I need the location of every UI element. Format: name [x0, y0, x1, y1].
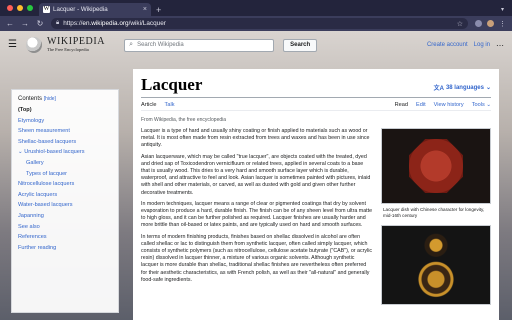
lacquer-dish-image[interactable]: [381, 128, 491, 204]
tab-talk[interactable]: Talk: [165, 102, 175, 108]
close-window-button[interactable]: [7, 5, 13, 11]
article-text: Lacquer is a type of hard and usually sh…: [141, 128, 373, 305]
extensions: ⋮: [475, 20, 506, 28]
tab-read[interactable]: Read: [395, 102, 408, 108]
address-row: ← → ↻ 🔒︎ https://en.wikipedia.org/wiki/L…: [0, 16, 512, 31]
gourd-vase: [418, 229, 454, 303]
tab-title: Lacquer - Wikipedia: [53, 6, 108, 13]
toc-item[interactable]: See also: [18, 222, 112, 233]
address-bar[interactable]: 🔒︎ https://en.wikipedia.org/wiki/Lacquer…: [51, 18, 468, 29]
page-title: Lacquer: [141, 75, 203, 94]
main-menu-icon[interactable]: ☰: [8, 40, 17, 50]
page-tabs: Article Talk Read Edit View history Tool…: [141, 102, 491, 111]
toc-item[interactable]: Types of lacquer: [18, 169, 112, 180]
lacquer-vase-image[interactable]: [381, 225, 491, 305]
tab-edit[interactable]: Edit: [416, 102, 426, 108]
toc-heading: Contents [hide]: [18, 96, 56, 102]
tab-list-chevron-icon[interactable]: ▾: [501, 4, 504, 16]
wordmark-title: WIKIPEDIA: [46, 36, 106, 47]
toc-item[interactable]: Water-based lacquers: [18, 200, 112, 211]
toc-item[interactable]: (Top): [18, 105, 112, 116]
toc-item[interactable]: Further reading: [18, 243, 112, 254]
toc-item[interactable]: Etymology: [18, 116, 112, 127]
red-lacquer-dish: [409, 139, 463, 193]
browser-tab[interactable]: W Lacquer - Wikipedia ×: [39, 3, 151, 16]
toc-item[interactable]: Nitrocellulose lacquers: [18, 179, 112, 190]
site-header: ☰ WIKIPEDIA The Free Encyclopedia ⌕ Sear…: [0, 31, 512, 59]
toc-item[interactable]: ⌄ Urushiol-based lacquers: [18, 147, 112, 158]
chevron-down-icon: ⌄: [486, 102, 491, 108]
toc-hide-link[interactable]: [hide]: [44, 96, 56, 102]
toc-item[interactable]: Sheen measurement: [18, 126, 112, 137]
toc-item[interactable]: References: [18, 232, 112, 243]
search-placeholder: Search Wikipedia: [137, 42, 184, 48]
tab-article[interactable]: Article: [141, 102, 157, 108]
wikipedia-globe-logo[interactable]: [25, 37, 42, 53]
minimize-window-button[interactable]: [17, 5, 23, 11]
toc-item[interactable]: Acrylic lacquers: [18, 190, 112, 201]
user-menu-icon[interactable]: ⋯: [496, 41, 504, 50]
image-caption: Lacquer dish with Chinese character for …: [383, 207, 485, 218]
profile-avatar[interactable]: [487, 20, 494, 27]
article-body: Lacquer is a type of hard and usually sh…: [141, 128, 491, 305]
paragraph-3: In modern techniques, lacquer means a ra…: [141, 200, 373, 229]
toc-item[interactable]: Shellac-based lacquers: [18, 137, 112, 148]
account-links: Create account Log in ⋯: [427, 41, 504, 50]
title-row: Lacquer 文A 38 languages ⌄: [141, 75, 491, 98]
maximize-window-button[interactable]: [27, 5, 33, 11]
url-text: https://en.wikipedia.org/wiki/Lacquer: [63, 20, 166, 27]
toc-item[interactable]: Japanning: [18, 211, 112, 222]
tab-strip: W Lacquer - Wikipedia × + ▾: [0, 0, 512, 16]
lock-icon[interactable]: 🔒︎: [56, 20, 59, 27]
paragraph-4: In terms of modern finishing products, f…: [141, 233, 373, 283]
tab-view-history[interactable]: View history: [434, 102, 464, 108]
paragraph-1: Lacquer is a type of hard and usually sh…: [141, 128, 370, 149]
language-button[interactable]: 文A 38 languages ⌄: [433, 83, 491, 93]
image-sidebar: Lacquer dish with Chinese character for …: [381, 128, 491, 305]
bookmark-star-icon[interactable]: ☆: [457, 20, 463, 28]
search-input[interactable]: ⌕ Search Wikipedia: [124, 38, 275, 52]
wordmark-tagline: The Free Encyclopedia: [46, 47, 89, 52]
extension-icon[interactable]: [475, 20, 482, 27]
search-button[interactable]: Search: [283, 38, 318, 52]
new-tab-icon[interactable]: +: [156, 4, 161, 16]
toc-item[interactable]: Gallery: [18, 158, 112, 169]
search-icon: ⌕: [129, 41, 134, 48]
forward-arrow-icon[interactable]: →: [21, 19, 29, 29]
article-content: Lacquer 文A 38 languages ⌄ Article Talk Rea…: [133, 69, 499, 320]
window-controls: [4, 0, 39, 16]
log-in-link[interactable]: Log in: [474, 42, 490, 48]
close-tab-icon[interactable]: ×: [143, 6, 147, 13]
wordmark[interactable]: WIKIPEDIA The Free Encyclopedia: [47, 37, 105, 53]
wikipedia-page: ☰ WIKIPEDIA The Free Encyclopedia ⌕ Sear…: [0, 31, 512, 320]
toc-collapse-chevron-icon[interactable]: ⌄: [18, 149, 23, 155]
browser-menu-icon[interactable]: ⋮: [499, 20, 506, 28]
from-wikipedia-line: From Wikipedia, the free encyclopedia: [141, 117, 227, 123]
paragraph-2: Asian lacquerware, which may be called "…: [141, 153, 371, 196]
tools-menu[interactable]: Tools ⌄: [472, 102, 491, 108]
table-of-contents: Contents [hide] (Top) Etymology Sheen me…: [11, 89, 119, 313]
chevron-down-icon: ⌄: [485, 85, 491, 91]
translate-icon: 文A: [433, 86, 444, 92]
wikipedia-favicon-icon: W: [43, 6, 50, 13]
create-account-link[interactable]: Create account: [427, 42, 468, 48]
back-arrow-icon[interactable]: ←: [6, 19, 14, 29]
reload-icon[interactable]: ↻: [36, 19, 44, 29]
